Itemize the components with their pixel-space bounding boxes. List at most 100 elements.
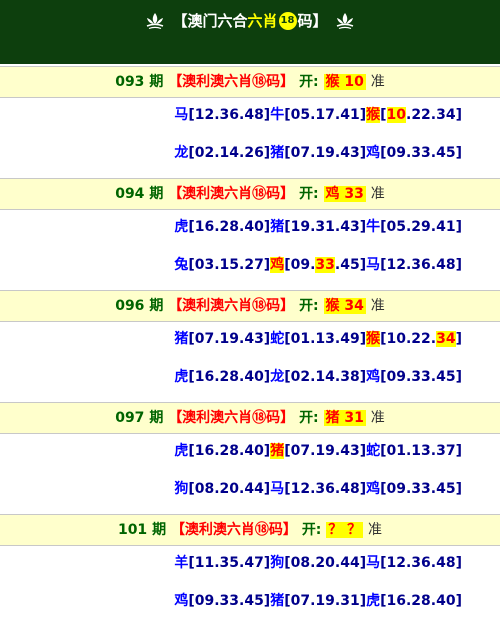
prediction-line: 兔[03.15.27]鸡[09.33.45]马[12.36.48] xyxy=(174,254,462,276)
zodiac-label: 鸡 xyxy=(366,369,381,385)
prediction-line: 羊[11.35.47]狗[08.20.44]马[12.36.48] xyxy=(174,552,462,574)
number-group: .22.34] xyxy=(406,107,462,123)
number-group: [07.19.31] xyxy=(284,593,367,609)
number-group: [03.15.27] xyxy=(188,257,271,273)
number-group: ] xyxy=(455,331,462,347)
period-header: 096 期 【澳利澳六肖⑱码】 开: 猴 34 准 xyxy=(0,290,500,322)
prediction-line: 龙[02.14.26]猪[07.19.43]鸡[09.33.45] xyxy=(174,142,462,164)
number-group: [16.28.40] xyxy=(188,219,271,235)
prediction-list: 093 期 【澳利澳六肖⑱码】 开: 猴 10 准 马[12.36.48]牛[0… xyxy=(0,66,500,626)
number-group: [08.20.44] xyxy=(188,481,271,497)
draw-result: 猪 31 xyxy=(323,410,366,426)
title-bracket-close: 】 xyxy=(312,12,328,30)
title-badge: 18 xyxy=(278,11,297,30)
number-group: [02.14.26] xyxy=(188,145,271,161)
number-group: [12.36.48] xyxy=(380,555,462,571)
zodiac-label: 猪 xyxy=(270,219,285,235)
zodiac-label: 狗 xyxy=(270,555,285,571)
zodiac-label: 猪 xyxy=(174,331,189,347)
number-group: [12.36.48] xyxy=(380,257,462,273)
prediction-line: 虎[16.28.40]龙[02.14.38]鸡[09.33.45] xyxy=(174,366,462,388)
number-group: [09. xyxy=(284,257,316,273)
zodiac-label: 蛇 xyxy=(366,443,381,459)
period-header: 093 期 【澳利澳六肖⑱码】 开: 猴 10 准 xyxy=(0,66,500,98)
zodiac-label: 马 xyxy=(174,107,189,123)
zodiac-label: 羊 xyxy=(174,555,189,571)
draw-label: 开: xyxy=(299,186,319,202)
number-group: [05.29.41] xyxy=(380,219,462,235)
number-group: [19.31.43] xyxy=(284,219,367,235)
result-number: 34 xyxy=(344,298,364,314)
title-text-end: 码 xyxy=(297,12,313,30)
zodiac-label: 龙 xyxy=(270,369,285,385)
number-group: [09.33.45] xyxy=(380,481,462,497)
zodiac-label: 马 xyxy=(366,555,381,571)
result-animal: 猴 xyxy=(325,298,340,314)
zodiac-label: 虎 xyxy=(174,443,189,459)
title-highlight: 六肖 xyxy=(247,12,278,30)
number-group: [12.36.48] xyxy=(284,481,367,497)
draw-label: 开: xyxy=(299,298,319,314)
period-header: 101 期 【澳利澳六肖⑱码】 开: ？ ？ 准 xyxy=(0,514,500,546)
period-suffix: 期 xyxy=(149,410,164,426)
number-group: [16.28.40] xyxy=(188,443,271,459)
prediction-name: 【澳利澳六肖⑱码】 xyxy=(168,186,295,202)
prediction-block: 虎[16.28.40]猪[07.19.43]蛇[01.13.37] 狗[08.2… xyxy=(0,434,500,514)
number-group: [10.22. xyxy=(380,331,437,347)
zodiac-label: 鸡 xyxy=(174,593,189,609)
draw-result: 鸡 33 xyxy=(323,186,366,202)
number-group: [05.17.41] xyxy=(284,107,367,123)
period-header: 094 期 【澳利澳六肖⑱码】 开: 鸡 33 准 xyxy=(0,178,500,210)
number-group: [09.33.45] xyxy=(380,145,462,161)
result-animal: ？ xyxy=(328,522,343,538)
period-suffix: 期 xyxy=(149,298,164,314)
hit-highlight: 猪 xyxy=(270,443,285,459)
prediction-block: 羊[11.35.47]狗[08.20.44]马[12.36.48] 鸡[09.3… xyxy=(0,546,500,626)
draw-result: 猴 10 xyxy=(323,74,366,90)
number-group: [07.19.43] xyxy=(188,331,271,347)
number-group: [07.19.43] xyxy=(284,443,367,459)
prediction-name: 【澳利澳六肖⑱码】 xyxy=(168,298,295,314)
title-bracket-open: 【 xyxy=(172,12,188,30)
prediction-block: 猪[07.19.43]蛇[01.13.49]猴[10.22.34] 虎[16.2… xyxy=(0,322,500,402)
accuracy-mark: 准 xyxy=(370,74,385,90)
number-group: .45] xyxy=(334,257,367,273)
number-group: [16.28.40] xyxy=(380,593,462,609)
zodiac-label: 虎 xyxy=(366,593,381,609)
zodiac-label: 狗 xyxy=(174,481,189,497)
result-number: 33 xyxy=(344,186,364,202)
number-group: [02.14.38] xyxy=(284,369,367,385)
period-suffix: 期 xyxy=(149,186,164,202)
period-number: 093 xyxy=(115,74,145,90)
result-number: ？ xyxy=(347,522,362,538)
number-group: [09.33.45] xyxy=(188,593,271,609)
prediction-block: 虎[16.28.40]猪[19.31.43]牛[05.29.41] 兔[03.1… xyxy=(0,210,500,290)
draw-result: 猴 34 xyxy=(323,298,366,314)
title-text: 澳门六合 xyxy=(187,12,248,30)
zodiac-label: 蛇 xyxy=(270,331,285,347)
prediction-line: 鸡[09.33.45]猪[07.19.31]虎[16.28.40] xyxy=(174,590,462,612)
prediction-block: 马[12.36.48]牛[05.17.41]猴[10.22.34] 龙[02.1… xyxy=(0,98,500,178)
period-number: 094 xyxy=(115,186,145,202)
prediction-line: 虎[16.28.40]猪[07.19.43]蛇[01.13.37] xyxy=(174,440,462,462)
zodiac-label: 牛 xyxy=(270,107,285,123)
zodiac-label: 马 xyxy=(366,257,381,273)
zodiac-label: 虎 xyxy=(174,219,189,235)
result-animal: 猴 xyxy=(325,74,340,90)
accuracy-mark: 准 xyxy=(370,410,385,426)
accuracy-mark: 准 xyxy=(368,522,383,538)
lotus-emblem-icon xyxy=(336,12,353,29)
result-number: 10 xyxy=(344,74,364,90)
zodiac-label: 牛 xyxy=(366,219,381,235)
number-group: [09.33.45] xyxy=(380,369,462,385)
zodiac-label: 猪 xyxy=(270,593,285,609)
number-group: [08.20.44] xyxy=(284,555,367,571)
period-number: 101 xyxy=(117,522,148,538)
prediction-name: 【澳利澳六肖⑱码】 xyxy=(168,410,295,426)
result-number: 31 xyxy=(344,410,364,426)
number-group: [12.36.48] xyxy=(188,107,271,123)
header-title: 【 澳门六合 六肖 18 码 】 xyxy=(0,10,500,31)
zodiac-label: 虎 xyxy=(174,369,189,385)
page-header: 【 澳门六合 六肖 18 码 】 xyxy=(0,0,500,66)
draw-label: 开: xyxy=(299,410,319,426)
